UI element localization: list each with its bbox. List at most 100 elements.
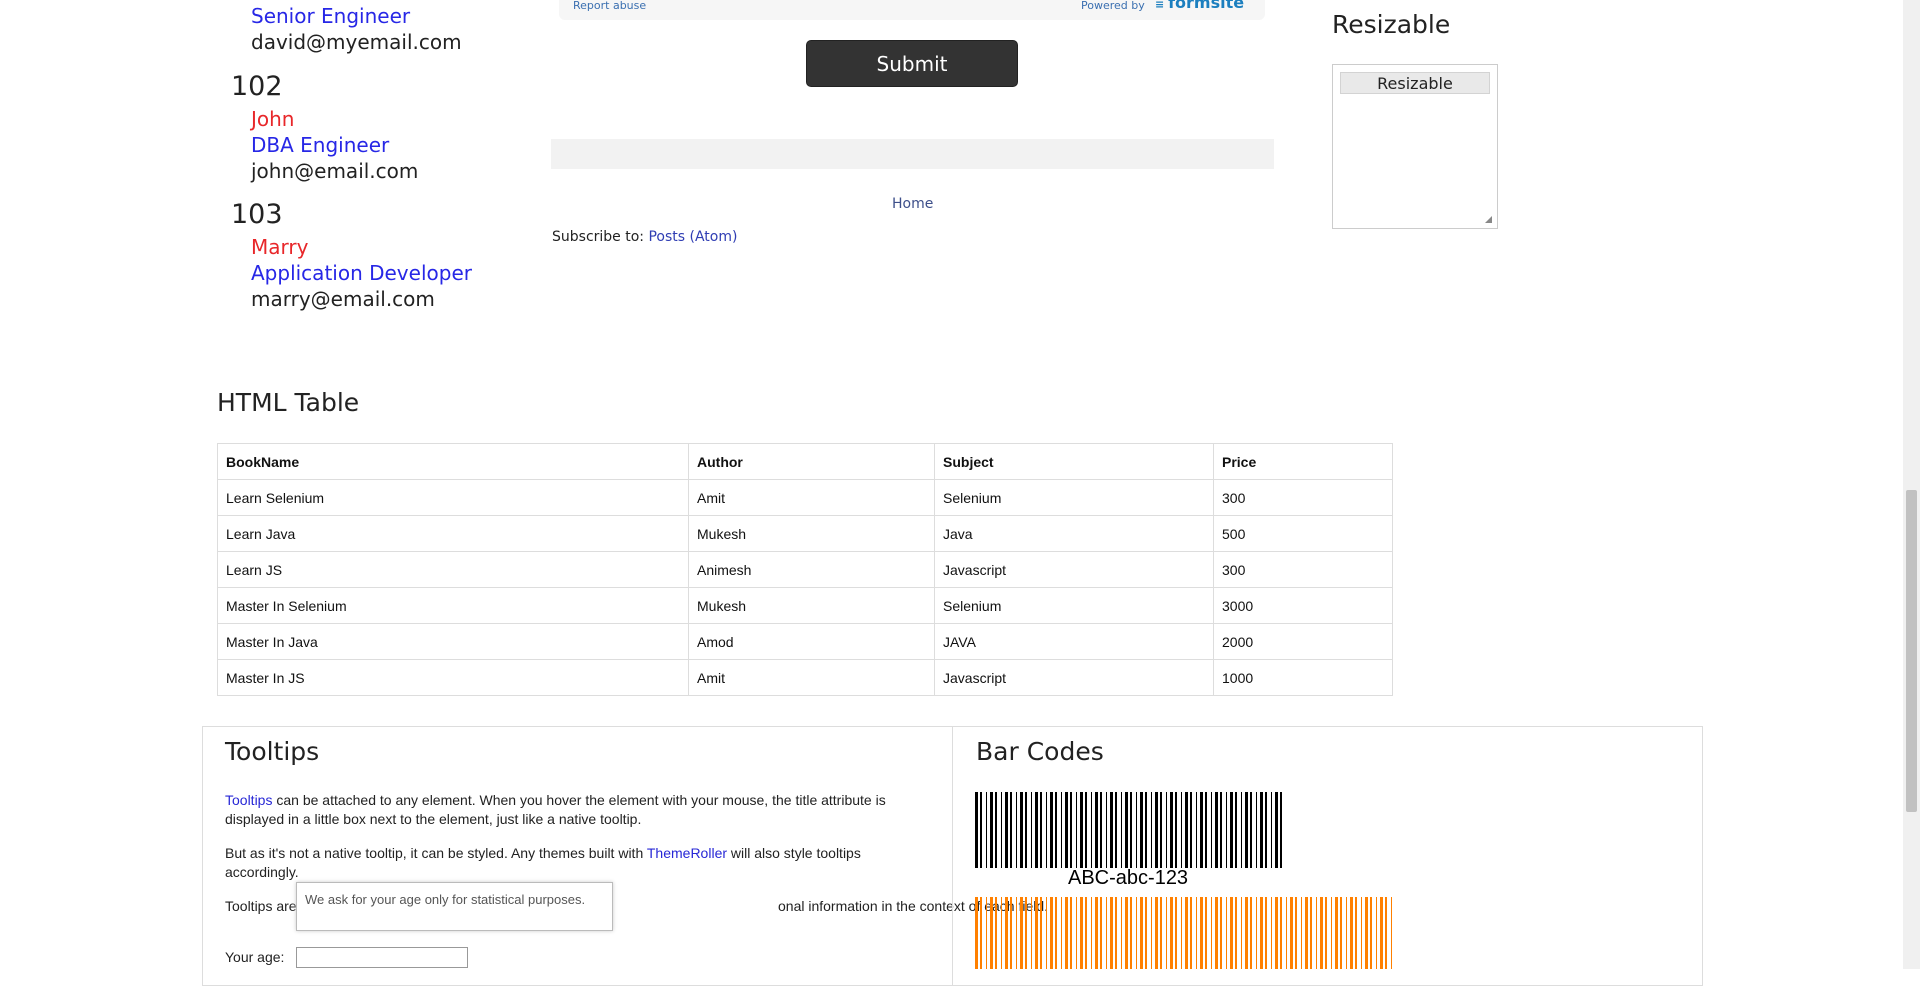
barcode-bar bbox=[1061, 897, 1062, 969]
barcode-bar bbox=[1331, 897, 1332, 969]
submit-button[interactable]: Submit bbox=[806, 40, 1018, 87]
resizable-box[interactable]: Resizable bbox=[1332, 64, 1498, 229]
barcode-bar bbox=[1320, 897, 1323, 969]
table-row: Learn Java Mukesh Java 500 bbox=[217, 515, 1393, 552]
barcode-bar bbox=[1065, 897, 1068, 969]
tooltips-title: Tooltips bbox=[225, 737, 320, 766]
barcode-bar bbox=[1136, 792, 1137, 868]
barcode-bar bbox=[1250, 897, 1252, 969]
barcode-bar bbox=[1070, 897, 1072, 969]
barcode-bar bbox=[1016, 792, 1017, 868]
barcode-bar bbox=[1100, 897, 1102, 969]
barcode-bar bbox=[1010, 897, 1012, 969]
age-label: Your age: bbox=[225, 949, 285, 965]
cell-author: Animesh bbox=[688, 551, 935, 588]
form-footer: Report abuse Powered by ≡ formsite bbox=[559, 0, 1265, 20]
barcode-bar bbox=[1151, 897, 1152, 969]
barcode-bar bbox=[1211, 792, 1212, 868]
formsite-logo[interactable]: ≡ formsite bbox=[1155, 0, 1244, 12]
cell-subject: Javascript bbox=[934, 551, 1214, 588]
home-link[interactable]: Home bbox=[892, 196, 933, 212]
page-scrollbar[interactable] bbox=[1903, 0, 1920, 969]
employee-id-3: 103 bbox=[231, 199, 283, 230]
barcode-bar bbox=[990, 792, 993, 868]
header-author: Author bbox=[688, 443, 935, 480]
barcode-bar bbox=[1250, 792, 1252, 868]
resizable-title: Resizable bbox=[1332, 10, 1451, 39]
cell-price: 3000 bbox=[1213, 587, 1393, 624]
barcode-bar bbox=[980, 897, 982, 969]
barcode-bar bbox=[1020, 897, 1023, 969]
header-subject: Subject bbox=[934, 443, 1214, 480]
barcode-bar bbox=[1095, 792, 1098, 868]
barcode-bar bbox=[1200, 792, 1203, 868]
table-header-row: BookName Author Subject Price bbox=[217, 443, 1393, 480]
barcode-bar bbox=[1241, 792, 1242, 868]
barcode-bar bbox=[1355, 897, 1357, 969]
formsite-logo-text: formsite bbox=[1168, 0, 1245, 12]
barcode-bar bbox=[1010, 792, 1012, 868]
barcode-bar bbox=[1080, 792, 1083, 868]
barcode-bar bbox=[1115, 897, 1117, 969]
barcode-bar bbox=[1280, 792, 1282, 868]
barcode-bar bbox=[1385, 897, 1387, 969]
employee-email-2: john@email.com bbox=[251, 159, 419, 183]
barcode-bar bbox=[1241, 897, 1242, 969]
barcode-bar bbox=[1166, 792, 1167, 868]
barcode-bar bbox=[1130, 897, 1132, 969]
cell-bookname: Learn Selenium bbox=[217, 479, 689, 516]
barcode-bar bbox=[1205, 792, 1207, 868]
barcode-bar bbox=[1050, 792, 1053, 868]
barcode-bar bbox=[1301, 897, 1302, 969]
barcode-bar bbox=[1040, 792, 1042, 868]
cell-author: Amit bbox=[688, 479, 935, 516]
subscribe-label: Subscribe to: bbox=[552, 229, 645, 245]
barcode-bar bbox=[1166, 897, 1167, 969]
barcode-bar bbox=[1335, 897, 1338, 969]
barcode-bar bbox=[1235, 792, 1237, 868]
resize-handle-icon[interactable] bbox=[1485, 216, 1492, 223]
barcode-bar bbox=[1106, 897, 1107, 969]
barcode-bar bbox=[1340, 897, 1342, 969]
barcode-bar bbox=[1155, 792, 1158, 868]
report-abuse-link[interactable]: Report abuse bbox=[573, 0, 646, 12]
barcode-bar bbox=[1095, 897, 1098, 969]
barcode-bar bbox=[1025, 792, 1027, 868]
themeroller-link[interactable]: ThemeRoller bbox=[647, 845, 727, 861]
barcode-bar bbox=[1376, 897, 1377, 969]
barcode-bar bbox=[1365, 897, 1368, 969]
tooltips-link[interactable]: Tooltips bbox=[225, 792, 272, 808]
books-table: BookName Author Subject Price Learn Sele… bbox=[217, 443, 1393, 696]
barcode-bar bbox=[1185, 897, 1188, 969]
barcode-bar bbox=[1145, 897, 1147, 969]
cell-bookname: Learn Java bbox=[217, 515, 689, 552]
barcode-bar bbox=[1145, 792, 1147, 868]
barcode-bar bbox=[1271, 897, 1272, 969]
employee-id-2: 102 bbox=[231, 71, 283, 102]
barcode-bar bbox=[1316, 897, 1317, 969]
barcode-bar bbox=[1346, 897, 1347, 969]
barcode-text: ABC-abc-123 bbox=[1068, 867, 1189, 889]
scrollbar-thumb[interactable] bbox=[1906, 490, 1917, 812]
barcode-bar bbox=[1115, 792, 1117, 868]
barcode-bar bbox=[1235, 897, 1237, 969]
barcode-bar bbox=[1286, 897, 1287, 969]
barcode-black bbox=[975, 792, 1282, 868]
cell-subject: JAVA bbox=[934, 623, 1214, 660]
barcode-bar bbox=[1196, 792, 1197, 868]
barcode-bar bbox=[1295, 897, 1297, 969]
barcode-bar bbox=[1220, 792, 1222, 868]
age-input[interactable] bbox=[296, 947, 468, 968]
cell-bookname: Learn JS bbox=[217, 551, 689, 588]
barcode-bar bbox=[1121, 792, 1122, 868]
barcode-bar bbox=[1025, 897, 1027, 969]
barcode-bar bbox=[1155, 897, 1158, 969]
table-row: Master In Selenium Mukesh Selenium 3000 bbox=[217, 587, 1393, 624]
barcode-bar bbox=[1230, 897, 1233, 969]
posts-atom-link[interactable]: Posts (Atom) bbox=[648, 229, 737, 245]
cell-author: Amod bbox=[688, 623, 935, 660]
barcode-bar bbox=[1350, 897, 1353, 969]
barcode-bar bbox=[1391, 897, 1392, 969]
resizable-header: Resizable bbox=[1340, 72, 1490, 94]
barcode-bar bbox=[1160, 897, 1162, 969]
